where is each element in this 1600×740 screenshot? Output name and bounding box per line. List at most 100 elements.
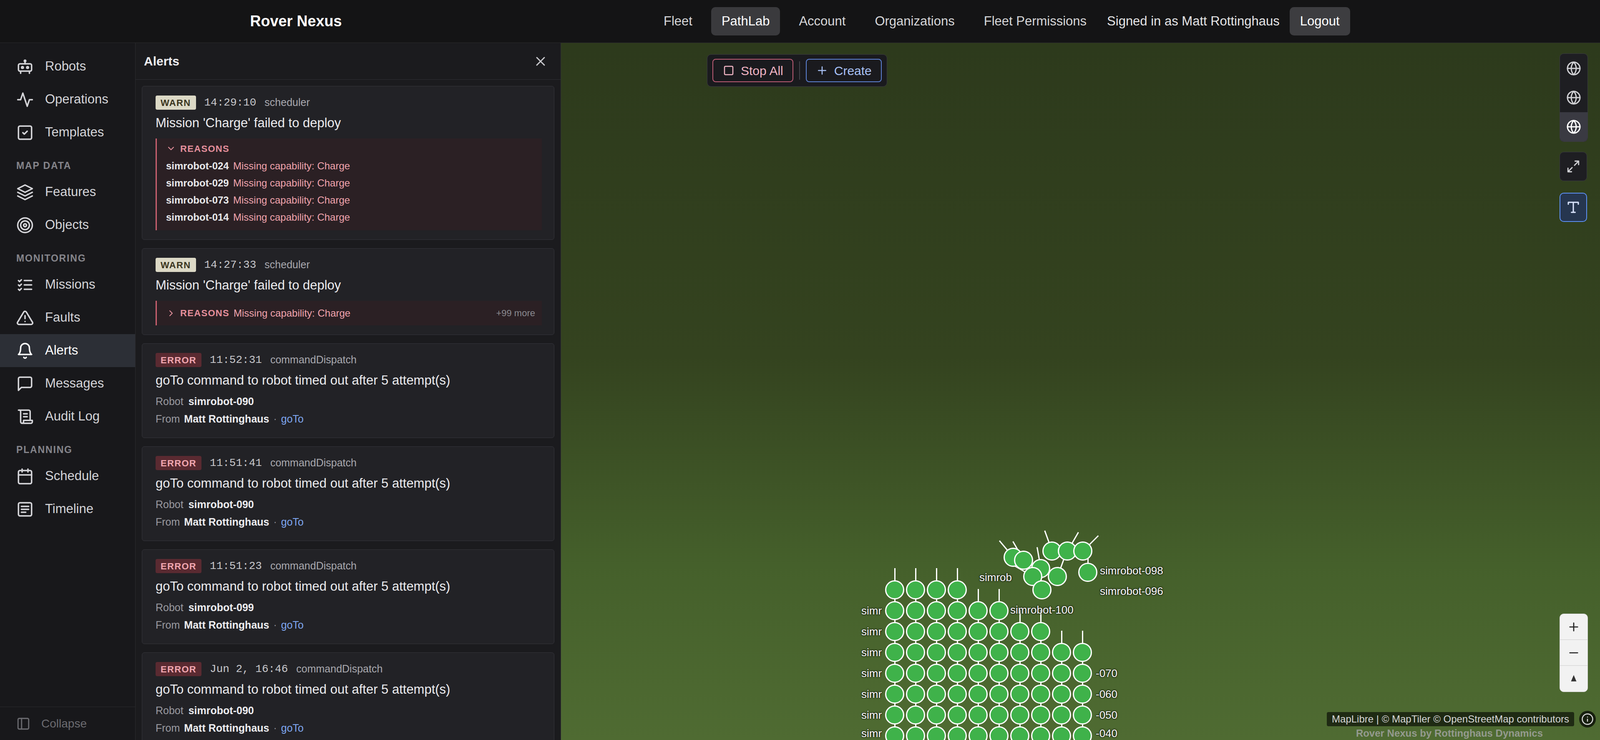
robot-marker[interactable] — [905, 642, 926, 662]
robot-marker[interactable] — [1051, 642, 1072, 662]
logout-button[interactable]: Logout — [1289, 7, 1351, 36]
robot-name[interactable]: simrobot-090 — [188, 702, 255, 719]
robot-marker[interactable] — [926, 642, 946, 662]
robot-marker[interactable] — [885, 601, 905, 621]
sidebar-item[interactable]: Alerts — [0, 334, 136, 368]
robot-marker[interactable] — [885, 642, 905, 662]
robot-marker[interactable] — [1072, 726, 1092, 740]
command-link[interactable]: goTo — [281, 514, 304, 531]
robot-marker[interactable] — [1010, 663, 1030, 683]
robot-marker[interactable] — [1010, 621, 1030, 642]
robot-marker[interactable] — [1051, 726, 1072, 740]
robot-marker[interactable] — [1010, 642, 1030, 662]
robot-marker[interactable] — [989, 684, 1009, 704]
robot-name[interactable]: simrobot-090 — [188, 496, 255, 513]
compass-button[interactable] — [1559, 665, 1588, 692]
robot-marker[interactable] — [885, 705, 905, 725]
robot-marker[interactable] — [1051, 663, 1072, 683]
robot-marker[interactable] — [926, 705, 946, 725]
sidebar-item[interactable]: Robots — [0, 50, 136, 84]
robot-marker[interactable] — [1031, 621, 1051, 642]
robot-marker[interactable] — [1072, 705, 1092, 725]
zoom-in-button[interactable] — [1559, 613, 1588, 640]
robot-marker[interactable] — [1078, 562, 1098, 582]
sidebar-item[interactable]: Messages — [0, 367, 136, 400]
alert-card[interactable]: WARN14:27:33schedulerMission 'Charge' fa… — [141, 248, 555, 335]
sidebar-item[interactable]: Timeline — [0, 492, 136, 526]
nav-tab[interactable]: Fleet Permissions — [973, 7, 1097, 36]
robot-marker[interactable] — [989, 726, 1009, 740]
robot-marker[interactable] — [905, 621, 926, 642]
robot-marker[interactable] — [1032, 580, 1052, 600]
alert-card[interactable]: WARN14:29:10schedulerMission 'Charge' fa… — [141, 85, 555, 240]
layer-button[interactable] — [1559, 112, 1588, 142]
robot-marker[interactable] — [989, 705, 1009, 725]
robot-marker[interactable] — [947, 621, 967, 642]
labels-toggle[interactable] — [1559, 192, 1588, 222]
robot-marker[interactable] — [1072, 684, 1092, 704]
robot-marker[interactable] — [1031, 684, 1051, 704]
robot-marker[interactable] — [885, 580, 905, 600]
robot-marker[interactable] — [1010, 726, 1030, 740]
robot-marker[interactable] — [1010, 684, 1030, 704]
robot-marker[interactable] — [968, 663, 988, 683]
robot-marker[interactable] — [947, 663, 967, 683]
robot-marker[interactable] — [968, 705, 988, 725]
robot-marker[interactable] — [1031, 726, 1051, 740]
robot-marker[interactable] — [989, 663, 1009, 683]
robot-marker[interactable] — [947, 726, 967, 740]
alert-card[interactable]: ERROR11:51:41commandDispatchgoTo command… — [141, 446, 555, 541]
attribution-text[interactable]: MapLibre | © MapTiler © OpenStreetMap co… — [1326, 711, 1575, 727]
robot-marker[interactable] — [1031, 663, 1051, 683]
layer-button[interactable] — [1559, 83, 1588, 113]
robot-marker[interactable] — [926, 621, 946, 642]
robot-marker[interactable] — [1051, 684, 1072, 704]
robot-marker[interactable] — [1047, 566, 1067, 587]
collapse-button[interactable]: Collapse — [0, 706, 136, 740]
nav-tab[interactable]: PathLab — [711, 7, 781, 36]
robot-marker[interactable] — [926, 601, 946, 621]
zoom-out-button[interactable] — [1559, 639, 1588, 666]
sidebar-item[interactable]: Objects — [0, 208, 136, 242]
robot-marker[interactable] — [885, 663, 905, 683]
sidebar-item[interactable]: Schedule — [0, 459, 136, 493]
alert-card[interactable]: ERROR11:51:23commandDispatchgoTo command… — [141, 549, 555, 645]
robot-marker[interactable] — [885, 621, 905, 642]
robot-marker[interactable] — [947, 580, 967, 600]
sidebar-item[interactable]: Features — [0, 175, 136, 209]
robot-marker[interactable] — [926, 684, 946, 704]
sidebar-item[interactable]: Operations — [0, 83, 136, 116]
robot-name[interactable]: simrobot-099 — [188, 599, 255, 616]
nav-tab[interactable]: Organizations — [864, 7, 965, 36]
robot-name[interactable]: simrobot-090 — [188, 393, 255, 410]
sidebar-item[interactable]: Audit Log — [0, 400, 136, 433]
robot-marker[interactable] — [926, 663, 946, 683]
nav-tab[interactable]: Fleet — [653, 7, 703, 36]
fullscreen-button[interactable] — [1559, 151, 1588, 182]
robot-marker[interactable] — [989, 642, 1009, 662]
reasons-toggle[interactable]: REASONS — [166, 141, 536, 156]
robot-marker[interactable] — [1010, 705, 1030, 725]
robot-marker[interactable] — [905, 726, 926, 740]
robot-marker[interactable] — [968, 726, 988, 740]
robot-marker[interactable] — [1073, 541, 1093, 561]
alert-card[interactable]: ERROR11:52:31commandDispatchgoTo command… — [141, 343, 555, 438]
robot-marker[interactable] — [968, 621, 988, 642]
robot-marker[interactable] — [905, 663, 926, 683]
alert-card[interactable]: ERRORJun 2, 16:46commandDispatchgoTo com… — [141, 652, 555, 740]
robot-marker[interactable] — [926, 580, 946, 600]
robot-marker[interactable] — [885, 726, 905, 740]
sidebar-item[interactable]: Faults — [0, 301, 136, 335]
robot-marker[interactable] — [968, 684, 988, 704]
robot-marker[interactable] — [905, 684, 926, 704]
robot-marker[interactable] — [1051, 705, 1072, 725]
map[interactable]: simrsimrsimrsimr-070simr-060simr-050simr… — [561, 42, 1600, 740]
attribution-info-button[interactable] — [1579, 710, 1596, 728]
robot-marker[interactable] — [947, 684, 967, 704]
robot-marker[interactable] — [968, 642, 988, 662]
robot-marker[interactable] — [989, 621, 1009, 642]
sidebar-item[interactable]: Templates — [0, 115, 136, 149]
command-link[interactable]: goTo — [281, 411, 304, 428]
robot-marker[interactable] — [905, 580, 926, 600]
robot-marker[interactable] — [1031, 705, 1051, 725]
